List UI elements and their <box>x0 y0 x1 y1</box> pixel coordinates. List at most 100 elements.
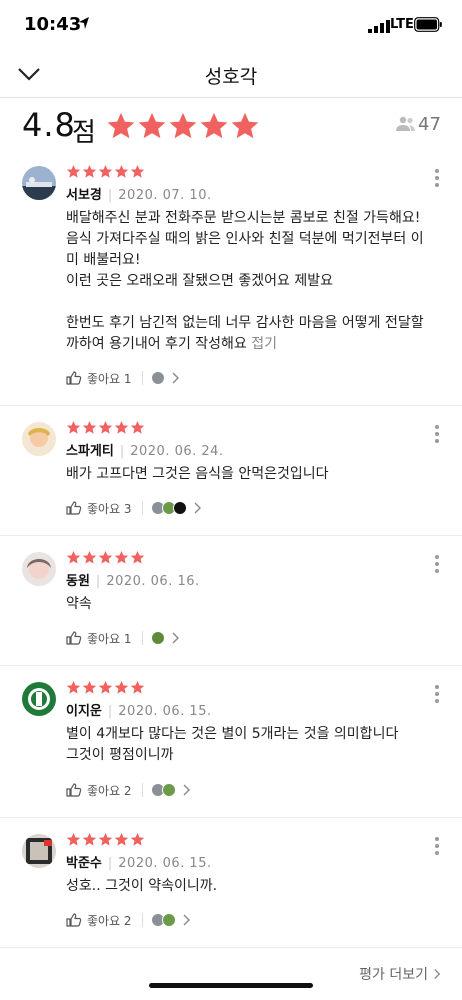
reaction-avatar <box>161 913 176 927</box>
review-stars-icon <box>66 420 145 434</box>
review-date: 2020. 07. 10. <box>118 188 212 203</box>
review-actions: 좋아요 1 <box>66 628 181 648</box>
avatar[interactable] <box>22 834 56 868</box>
network-label: LTE <box>390 17 414 32</box>
more-options-icon[interactable] <box>432 168 442 188</box>
avatar[interactable] <box>22 682 56 716</box>
chevron-right-icon[interactable] <box>171 632 181 644</box>
reviewer-name: 박준수 <box>66 856 102 871</box>
review-item: 박준수 | 2020. 06. 15. 성호.. 그것이 약속이니까. 좋아요 2 <box>0 818 462 948</box>
chevron-right-icon[interactable] <box>182 784 192 796</box>
reaction-avatars[interactable] <box>150 631 165 645</box>
thumbs-up-icon[interactable] <box>66 913 82 927</box>
review-item: 동원 | 2020. 06. 16. 약속 좋아요 1 <box>0 536 462 666</box>
more-options-icon[interactable] <box>432 424 442 444</box>
review-actions: 좋아요 1 <box>66 368 181 388</box>
more-reviews-label: 평가 더보기 <box>359 967 428 983</box>
review-meta: 박준수 | 2020. 06. 15. <box>66 856 212 871</box>
review-stars-icon <box>66 550 145 564</box>
reaction-avatars[interactable] <box>150 913 176 927</box>
like-button[interactable]: 좋아요 3 <box>87 500 132 517</box>
reaction-avatar <box>150 631 165 645</box>
review-line: 그것이 평점이니까 <box>66 747 174 763</box>
like-button[interactable]: 좋아요 1 <box>87 370 132 387</box>
more-options-icon[interactable] <box>432 684 442 704</box>
review-line: 음식 가져다주실 때의 밝은 인사와 친절 덕분에 먹기전부터 이 <box>66 231 424 247</box>
review-line: 한번도 후기 남긴적 없는데 너무 감사한 마음을 어떻게 전달할 <box>66 315 424 331</box>
thumbs-up-icon[interactable] <box>66 783 82 797</box>
review-actions: 좋아요 3 <box>66 498 203 518</box>
chevron-right-icon[interactable] <box>193 502 203 514</box>
avatar[interactable] <box>22 422 56 456</box>
review-meta: 동원 | 2020. 06. 16. <box>66 574 200 589</box>
more-options-icon[interactable] <box>432 836 442 856</box>
reviewer-name: 서보경 <box>66 188 102 203</box>
review-item: 이지운 | 2020. 06. 15. 별이 4개보다 많다는 것은 별이 5개라는… <box>0 666 462 818</box>
status-bar: 10:43 LTE <box>0 0 462 52</box>
review-date: 2020. 06. 15. <box>118 856 212 871</box>
review-meta: 서보경 | 2020. 07. 10. <box>66 188 212 203</box>
more-options-icon[interactable] <box>432 554 442 574</box>
reviewer-name: 스파게티 <box>66 444 114 459</box>
avatar[interactable] <box>22 552 56 586</box>
reaction-avatar <box>150 371 165 385</box>
review-actions: 좋아요 2 <box>66 780 192 800</box>
status-time: 10:43 <box>24 14 82 35</box>
chevron-right-icon <box>433 968 442 980</box>
signal-icon <box>368 20 390 33</box>
review-meta: 스파게티 | 2020. 06. 24. <box>66 444 224 459</box>
review-text: 배가 고프다면 그것은 음식을 안먹은것입니다 <box>66 464 450 485</box>
review-text: 약속 <box>66 594 450 615</box>
thumbs-up-icon[interactable] <box>66 501 82 515</box>
average-score: 4.8 <box>22 106 76 144</box>
review-stars-icon <box>66 164 145 178</box>
people-icon <box>396 116 415 131</box>
reaction-avatar <box>172 501 187 515</box>
review-count: 47 <box>418 114 441 135</box>
reviewer-name: 이지운 <box>66 704 102 719</box>
chevron-right-icon[interactable] <box>171 372 181 384</box>
review-meta: 이지운 | 2020. 06. 15. <box>66 704 212 719</box>
reaction-avatars[interactable] <box>150 783 176 797</box>
review-line: 까하여 용기내어 후기 작성해요 <box>66 336 247 352</box>
review-date: 2020. 06. 15. <box>118 704 212 719</box>
more-reviews-link[interactable]: 평가 더보기 <box>359 964 442 984</box>
reaction-avatars[interactable] <box>150 371 165 385</box>
review-line: 이런 곳은 오래오래 잘됐으면 좋겠어요 제발요 <box>66 273 333 289</box>
review-line: 별이 4개보다 많다는 것은 별이 5개라는 것을 의미합니다 <box>66 726 399 742</box>
review-stars-icon <box>66 832 145 846</box>
review-line: 배달해주신 분과 전화주문 받으시는분 콤보로 친절 가득해요! <box>66 210 421 226</box>
review-line: 약속 <box>66 596 92 612</box>
nav-header: 성호각 <box>0 52 462 98</box>
chevron-right-icon[interactable] <box>182 914 192 926</box>
review-date: 2020. 06. 16. <box>106 574 200 589</box>
reaction-avatars[interactable] <box>150 501 187 515</box>
thumbs-up-icon[interactable] <box>66 631 82 645</box>
review-text: 배달해주신 분과 전화주문 받으시는분 콤보로 친절 가득해요! 음식 가져다주… <box>66 208 450 355</box>
review-item: 스파게티 | 2020. 06. 24. 배가 고프다면 그것은 음식을 안먹은것입… <box>0 406 462 536</box>
fold-button[interactable]: 접기 <box>251 336 277 352</box>
like-button[interactable]: 좋아요 1 <box>87 630 132 647</box>
thumbs-up-icon[interactable] <box>66 371 82 385</box>
review-text: 별이 4개보다 많다는 것은 별이 5개라는 것을 의미합니다 그것이 평점이니… <box>66 724 450 766</box>
reviewer-name: 동원 <box>66 574 90 589</box>
avatar[interactable] <box>22 166 56 200</box>
like-button[interactable]: 좋아요 2 <box>87 912 132 929</box>
review-line: 미 배불러요! <box>66 252 141 268</box>
home-indicator[interactable] <box>149 983 313 988</box>
score-unit: 점 <box>72 118 96 148</box>
review-text: 성호.. 그것이 약속이니까. <box>66 876 450 897</box>
rating-stars-icon <box>107 112 259 139</box>
rating-summary: 4.8 점 47 <box>0 104 462 148</box>
review-stars-icon <box>66 680 145 694</box>
review-actions: 좋아요 2 <box>66 910 192 930</box>
review-line: 배가 고프다면 그것은 음식을 안먹은것입니다 <box>66 466 329 482</box>
review-date: 2020. 06. 24. <box>130 444 224 459</box>
review-item: 서보경 | 2020. 07. 10. 배달해주신 분과 전화주문 받으시는분 콤보… <box>0 150 462 406</box>
review-line: 성호.. 그것이 약속이니까. <box>66 878 218 894</box>
battery-icon <box>414 17 442 32</box>
reaction-avatar <box>161 783 176 797</box>
location-icon <box>79 17 89 29</box>
like-button[interactable]: 좋아요 2 <box>87 782 132 799</box>
page-title: 성호각 <box>204 66 258 88</box>
